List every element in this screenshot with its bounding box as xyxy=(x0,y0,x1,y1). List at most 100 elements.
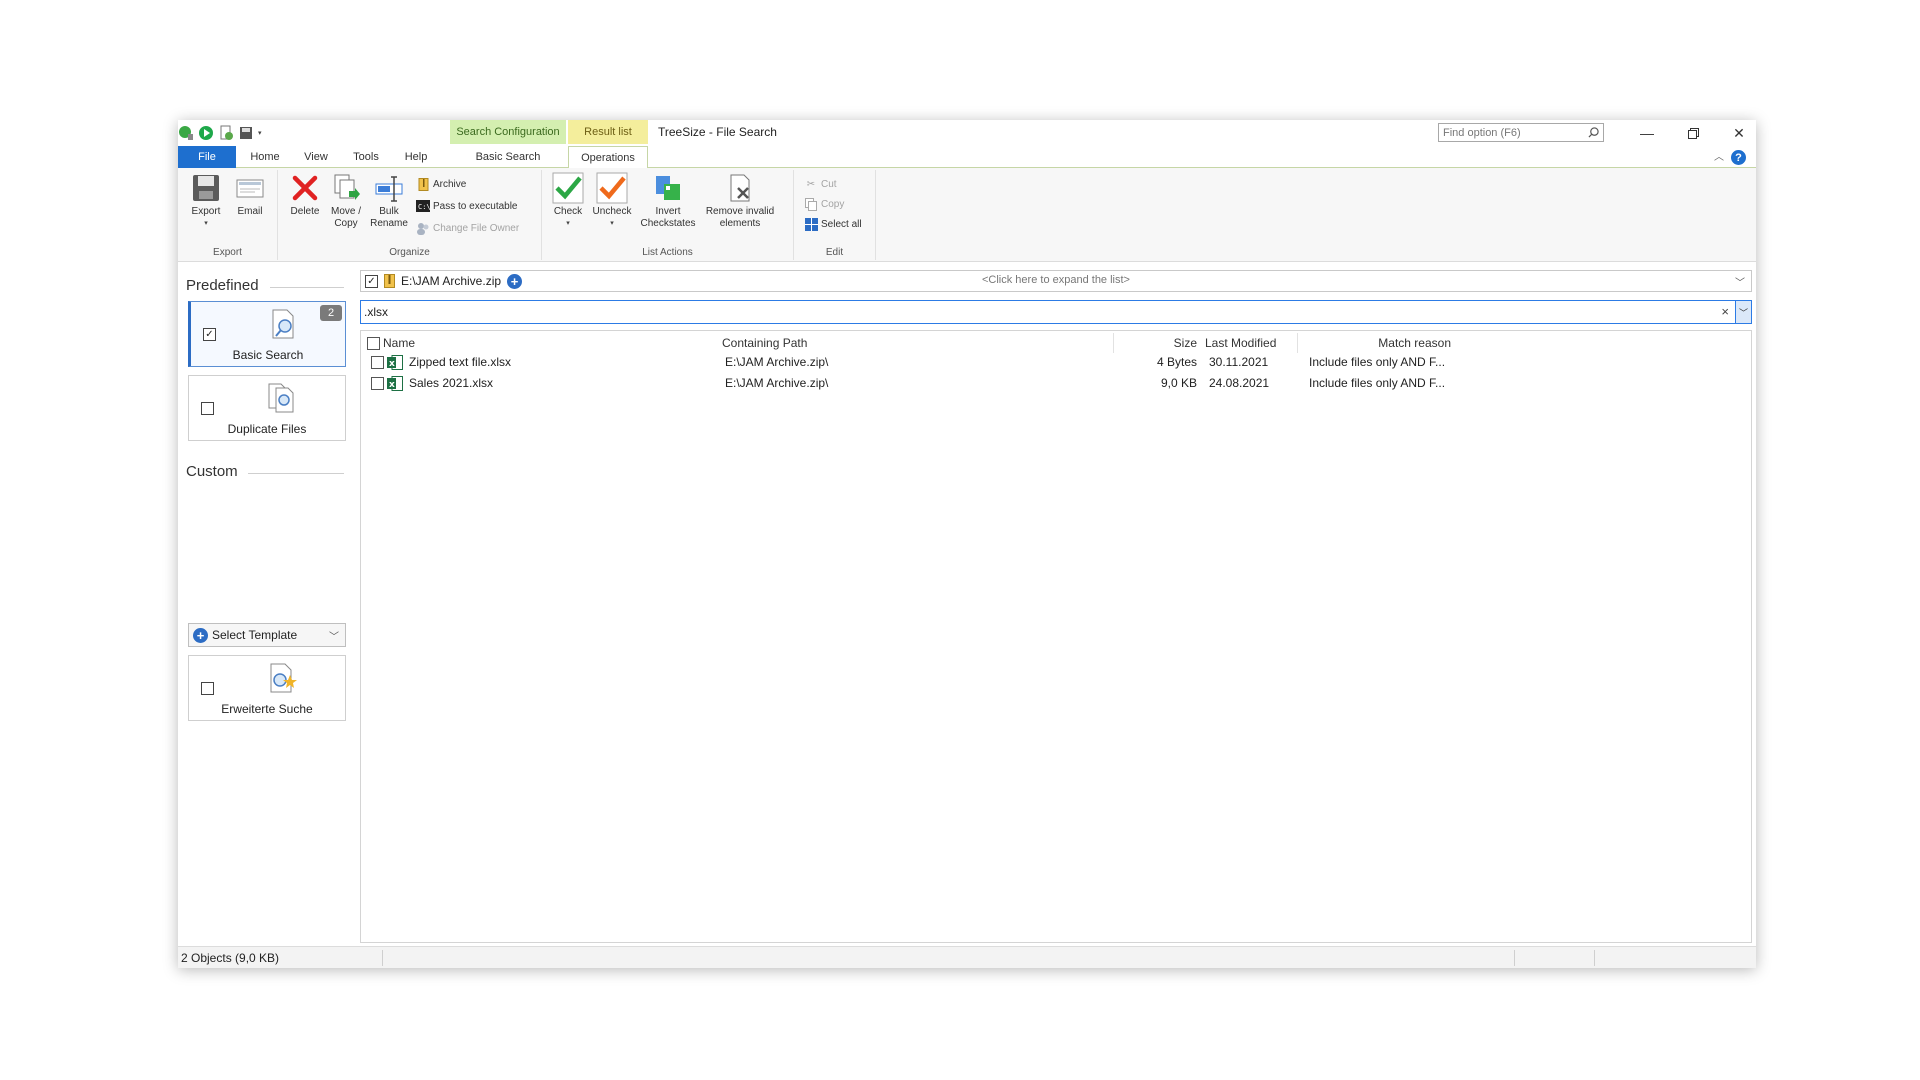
last-modified: 24.08.2021 xyxy=(1209,376,1270,390)
remove-invalid-icon xyxy=(724,172,756,204)
tab-basic-search[interactable]: Basic Search xyxy=(454,146,562,168)
custom-title: Custom xyxy=(186,463,238,480)
invert-label-2: Checkstates xyxy=(640,218,696,229)
archive-button[interactable]: Archive xyxy=(416,176,466,192)
export-button[interactable]: Export ▾ xyxy=(186,172,226,230)
match-reason: Include files only AND F... xyxy=(1309,376,1446,390)
table-row[interactable]: x Sales 2021.xlsx E:\JAM Archive.zip\ 9,… xyxy=(361,374,1751,394)
svg-text:x: x xyxy=(389,380,395,390)
row-checkbox[interactable] xyxy=(371,377,384,390)
column-header-match-reason[interactable]: Match reason xyxy=(1301,336,1451,352)
export-label: Export xyxy=(191,206,221,217)
check-icon xyxy=(552,172,584,204)
search-icon xyxy=(1588,127,1599,138)
change-owner-icon xyxy=(416,221,430,235)
bulk-rename-button[interactable]: Bulk Rename xyxy=(368,172,410,230)
remove-invalid-button[interactable]: Remove invalid elements xyxy=(700,172,780,230)
pass-to-executable-button[interactable]: C:\ Pass to executable xyxy=(416,198,518,214)
chevron-down-icon: ▾ xyxy=(566,220,570,227)
clear-filter-icon[interactable]: × xyxy=(1721,304,1729,319)
check-button[interactable]: Check ▾ xyxy=(550,172,586,230)
export-group-label: Export xyxy=(213,247,242,258)
delete-button[interactable]: Delete xyxy=(288,172,322,218)
check-label: Check xyxy=(553,206,583,217)
path-bar[interactable]: ✓ E:\JAM Archive.zip + <Click here to ex… xyxy=(360,270,1752,292)
row-checkbox[interactable] xyxy=(371,356,384,369)
column-separator xyxy=(1113,333,1114,353)
custom-search-card[interactable]: Erweiterte Suche xyxy=(188,655,346,721)
status-object-count: 2 Objects (9,0 KB) xyxy=(181,950,280,965)
copy-button[interactable]: Copy xyxy=(804,196,844,212)
filter-value: .xlsx xyxy=(364,305,388,319)
column-separator xyxy=(1297,333,1298,353)
tab-tools[interactable]: Tools xyxy=(342,146,390,168)
custom-search-checkbox[interactable] xyxy=(201,682,214,695)
column-header-path[interactable]: Containing Path xyxy=(722,336,807,352)
move-copy-icon xyxy=(330,172,362,204)
select-template-dropdown[interactable]: + Select Template ﹀ xyxy=(188,623,346,647)
archive-icon xyxy=(416,177,430,191)
restore-button[interactable] xyxy=(1670,120,1716,146)
status-separator xyxy=(1514,950,1515,966)
console-icon: C:\ xyxy=(416,199,430,213)
treesize-logo-icon xyxy=(178,125,194,141)
invert-checkstates-button[interactable]: Invert Checkstates xyxy=(638,172,698,230)
column-header-name[interactable]: Name xyxy=(383,336,415,352)
uncheck-button[interactable]: Uncheck ▾ xyxy=(590,172,634,230)
ribbon-tabs: File Home View Tools Help Basic Search O… xyxy=(178,146,1756,169)
email-button[interactable]: Email xyxy=(230,172,270,218)
tab-help[interactable]: Help xyxy=(394,146,438,168)
email-label: Email xyxy=(237,206,263,217)
cut-label: Cut xyxy=(821,178,837,190)
close-button[interactable]: ✕ xyxy=(1716,120,1762,146)
add-path-icon[interactable]: + xyxy=(507,273,523,289)
start-scan-icon[interactable] xyxy=(198,125,214,141)
excel-file-icon: x xyxy=(387,376,403,391)
custom-search-label: Erweiterte Suche xyxy=(221,702,313,716)
archive-label: Archive xyxy=(433,178,467,190)
basic-search-card[interactable]: ✓ 2 Basic Search xyxy=(188,301,346,367)
tab-view[interactable]: View xyxy=(294,146,338,168)
last-modified: 30.11.2021 xyxy=(1209,355,1269,369)
cut-button[interactable]: ✂ Cut xyxy=(804,176,837,192)
change-file-owner-button[interactable]: Change File Owner xyxy=(416,220,519,236)
path-checkbox[interactable]: ✓ xyxy=(365,274,378,288)
bulk-rename-label-1: Bulk xyxy=(379,206,399,217)
export-icon xyxy=(190,172,222,204)
file-name: Zipped text file.xlsx xyxy=(409,355,512,369)
svg-text:x: x xyxy=(389,359,395,369)
new-icon[interactable] xyxy=(218,125,234,141)
tab-file[interactable]: File xyxy=(178,146,236,168)
tab-home[interactable]: Home xyxy=(240,146,290,168)
collapse-ribbon-icon[interactable]: ︿ xyxy=(1714,148,1724,163)
select-all-button[interactable]: Select all xyxy=(804,216,862,232)
chevron-down-icon[interactable]: ﹀ xyxy=(1735,274,1745,289)
copy-label: Copy xyxy=(821,198,845,210)
minimize-button[interactable]: — xyxy=(1624,120,1670,146)
results-area: ✓ E:\JAM Archive.zip + <Click here to ex… xyxy=(360,270,1752,943)
filter-dropdown-icon[interactable]: ﹀ xyxy=(1735,301,1751,323)
bulk-rename-label-2: Rename xyxy=(370,218,408,229)
move-copy-button[interactable]: Move / Copy xyxy=(326,172,366,230)
find-option-input[interactable]: Find option (F6) xyxy=(1438,123,1604,142)
results-list: Name Containing Path Size Last Modified … xyxy=(360,330,1752,943)
search-sidebar: Predefined ✓ 2 Basic Search Duplicate Fi… xyxy=(178,263,352,945)
duplicate-files-checkbox[interactable] xyxy=(201,402,214,415)
basic-search-checkbox[interactable]: ✓ xyxy=(203,328,216,341)
basic-search-icon xyxy=(272,309,294,339)
duplicate-files-card[interactable]: Duplicate Files xyxy=(188,375,346,441)
filter-input[interactable]: .xlsx × ﹀ xyxy=(360,300,1752,324)
tab-operations[interactable]: Operations xyxy=(568,146,648,169)
column-header-size[interactable]: Size xyxy=(1141,336,1197,352)
help-icon[interactable]: ? xyxy=(1731,150,1746,165)
custom-divider xyxy=(248,473,344,474)
table-row[interactable]: x Zipped text file.xlsx E:\JAM Archive.z… xyxy=(361,353,1751,373)
close-icon: ✕ xyxy=(1733,124,1745,141)
select-all-checkbox[interactable] xyxy=(367,337,380,350)
uncheck-icon xyxy=(596,172,628,204)
column-header-last-modified[interactable]: Last Modified xyxy=(1205,336,1276,352)
status-separator xyxy=(382,950,383,966)
find-option-placeholder: Find option (F6) xyxy=(1443,126,1521,139)
save-icon[interactable] xyxy=(238,125,254,141)
qat-customize-icon[interactable]: ▾ xyxy=(258,129,262,137)
